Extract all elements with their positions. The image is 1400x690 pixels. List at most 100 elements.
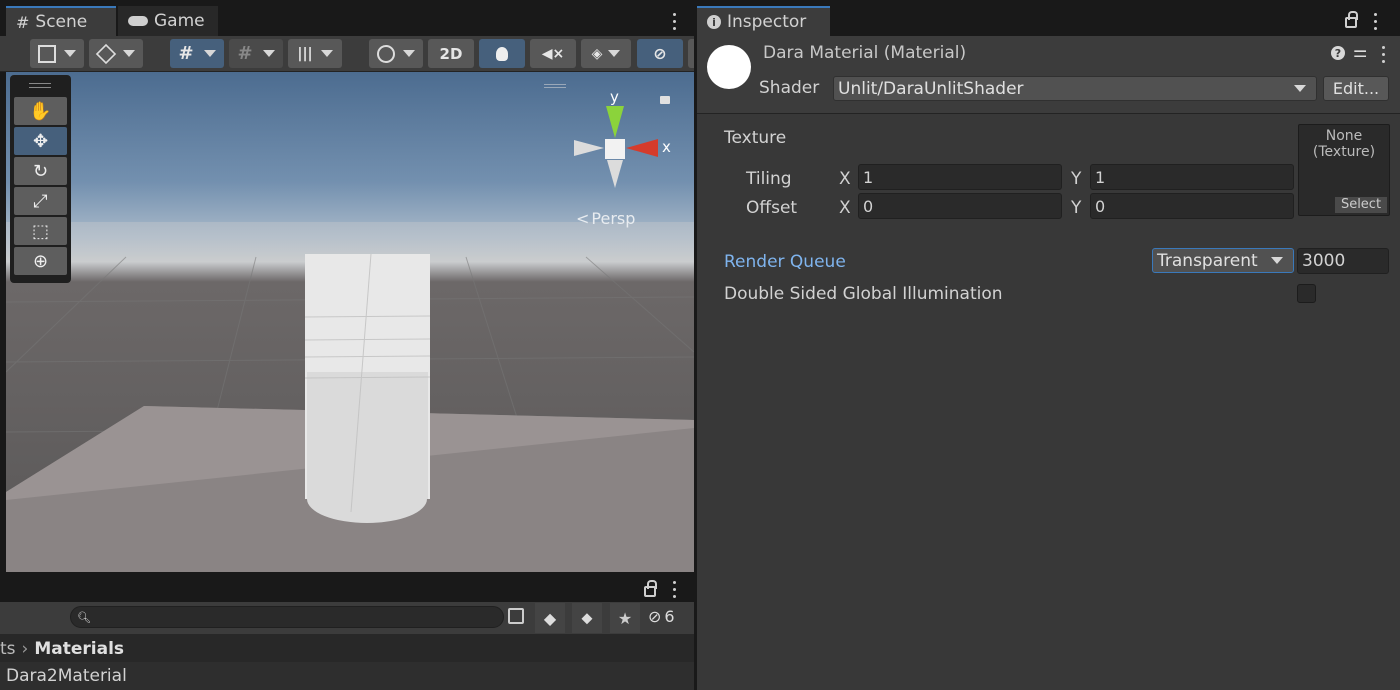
panel-divider[interactable] xyxy=(694,0,697,690)
lock-icon[interactable] xyxy=(644,580,657,597)
axis-x-label: x xyxy=(662,138,671,156)
tag-icon: ⬥ xyxy=(581,608,593,627)
asset-list-item[interactable]: Dara2Material xyxy=(0,662,694,690)
breadcrumb-parent[interactable]: ts xyxy=(0,639,16,659)
projection-toggle[interactable]: < Persp xyxy=(576,209,635,228)
search-by-type-icon[interactable] xyxy=(508,608,524,624)
shader-dropdown[interactable]: Unlit/DaraUnlitShader xyxy=(833,76,1317,101)
texture-slot-none: None xyxy=(1325,128,1363,144)
chevron-down-icon xyxy=(1271,257,1283,264)
layers-icon: ◈ xyxy=(591,45,603,62)
texture-slot[interactable]: None (Texture) Select xyxy=(1298,124,1390,216)
breadcrumb-current[interactable]: Materials xyxy=(34,639,124,659)
orientation-button[interactable] xyxy=(369,39,423,68)
scene-toolbar: # # ||| 2D ◀× ◈ ⊘ xyxy=(0,36,694,72)
scene-tabbar: # Scene Game xyxy=(0,0,694,36)
rotate-icon: ↻ xyxy=(32,160,49,182)
offset-x-label: X xyxy=(839,198,851,218)
overlay-handle[interactable] xyxy=(29,83,51,88)
tiling-x-field[interactable]: 1 xyxy=(858,164,1062,190)
mode-2d-button[interactable]: 2D xyxy=(428,39,474,68)
filter-by-label-button[interactable]: ⬥ xyxy=(572,603,602,633)
search-field[interactable]: 🔍︎ xyxy=(70,606,504,628)
favorites-button[interactable]: ★ xyxy=(610,603,640,633)
orientation-gizmo[interactable]: y x xyxy=(568,88,678,198)
chevron-down-icon xyxy=(1294,85,1306,92)
eye-off-icon: ⊘ xyxy=(648,607,662,626)
render-mode-button[interactable] xyxy=(89,39,143,68)
sphere-icon xyxy=(377,44,395,63)
ruler-button[interactable]: ||| xyxy=(288,39,342,68)
transform-icon: ⊕ xyxy=(32,250,49,272)
offset-x-field[interactable]: 0 xyxy=(858,193,1062,219)
ruler-icon: ||| xyxy=(297,45,313,62)
tab-inspector[interactable]: i Inspector xyxy=(697,6,830,36)
audio-button[interactable]: ◀× xyxy=(530,39,576,68)
shader-value: Unlit/DaraUnlitShader xyxy=(838,78,1024,99)
scale-icon: ⤢ xyxy=(33,190,48,212)
increment-snap-button[interactable]: # xyxy=(229,39,283,68)
project-menu-icon[interactable] xyxy=(673,581,677,599)
axis-y-label: y xyxy=(610,88,619,106)
draw-mode-button[interactable] xyxy=(30,39,84,68)
draw-mode-icon xyxy=(38,44,56,63)
mute-icon: ◀× xyxy=(541,45,565,62)
render-queue-label: Render Queue xyxy=(724,252,846,272)
shader-label: Shader xyxy=(759,78,820,98)
grid-icon: # xyxy=(16,12,30,32)
inspector-lock-icon[interactable] xyxy=(1345,11,1358,28)
texture-slot-type: (Texture) xyxy=(1312,144,1376,160)
transform-tool-button[interactable]: ⊕ xyxy=(14,247,67,275)
edit-shader-button[interactable]: Edit... xyxy=(1323,76,1389,101)
offset-label: Offset xyxy=(746,198,798,218)
lightbulb-icon xyxy=(496,46,508,61)
filter-by-type-button[interactable]: ◆ xyxy=(535,603,565,633)
offset-y-field[interactable]: 0 xyxy=(1090,193,1294,219)
preset-icon[interactable]: ⚌ xyxy=(1353,42,1367,61)
hidden-objects-button[interactable]: ⊘ xyxy=(637,39,683,68)
scene-menu-icon[interactable] xyxy=(673,13,677,31)
tab-scene[interactable]: # Scene xyxy=(6,6,116,36)
grid-snap-button[interactable]: # xyxy=(170,39,224,68)
scene-viewport[interactable]: y x < Persp xyxy=(6,72,694,572)
search-icon: 🔍︎ xyxy=(77,610,91,624)
render-queue-value-field[interactable]: 3000 xyxy=(1297,248,1389,274)
axis-neg-x-cone[interactable] xyxy=(574,140,604,156)
inspector-menu-icon[interactable] xyxy=(1374,13,1378,31)
search-input[interactable] xyxy=(94,609,495,625)
tiling-label: Tiling xyxy=(746,169,792,189)
render-queue-dropdown[interactable]: Transparent xyxy=(1152,248,1294,273)
hand-tool-button[interactable]: ✋ xyxy=(14,97,67,125)
chevron-left-icon: < xyxy=(576,209,590,228)
info-icon: i xyxy=(707,15,721,29)
axis-y-cone[interactable] xyxy=(606,106,624,138)
offset-y-label: Y xyxy=(1071,198,1082,218)
scale-tool-button[interactable]: ⤢ xyxy=(14,187,67,215)
effects-button[interactable]: ◈ xyxy=(581,39,631,68)
lighting-button[interactable] xyxy=(479,39,525,68)
double-sided-gi-checkbox[interactable] xyxy=(1297,284,1316,303)
overlay-drag-handle[interactable] xyxy=(544,84,566,88)
project-header xyxy=(0,574,694,602)
texture-select-button[interactable]: Select xyxy=(1335,197,1387,213)
component-menu-icon[interactable] xyxy=(1382,46,1386,64)
rect-tool-button[interactable]: ⬚ xyxy=(14,217,67,245)
axis-neg-y-cone[interactable] xyxy=(607,160,623,188)
move-tool-button[interactable]: ✥ xyxy=(14,127,67,155)
help-icon[interactable]: ? xyxy=(1331,46,1345,60)
axis-x-cone[interactable] xyxy=(626,139,658,157)
rect-icon: ⬚ xyxy=(31,220,49,242)
inspector-panel: Dara Material (Material) ? ⚌ Shader Unli… xyxy=(697,36,1400,690)
texture-label: Texture xyxy=(724,128,787,148)
hidden-count: 6 xyxy=(664,607,675,626)
hidden-packages-button[interactable]: ⊘ 6 xyxy=(648,607,675,626)
breadcrumb-separator-icon: › xyxy=(21,639,29,659)
axis-center-cube[interactable] xyxy=(605,139,625,159)
tiling-y-field[interactable]: 1 xyxy=(1090,164,1294,190)
lock-view-icon[interactable] xyxy=(660,96,670,104)
rotate-tool-button[interactable]: ↻ xyxy=(14,157,67,185)
asset-name: Dara2Material xyxy=(6,666,127,686)
shapes-icon: ◆ xyxy=(543,608,557,628)
tab-game[interactable]: Game xyxy=(118,6,218,36)
tiling-y-label: Y xyxy=(1071,169,1082,189)
